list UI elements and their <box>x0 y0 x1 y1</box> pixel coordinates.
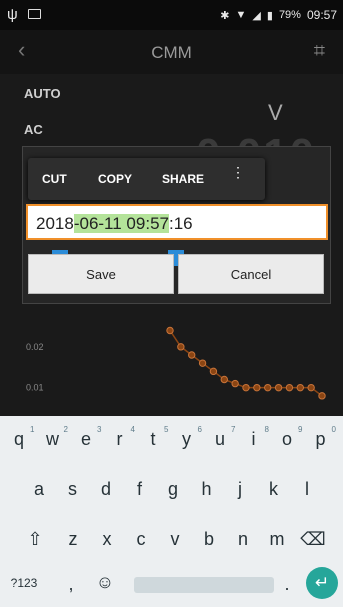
key-x[interactable]: x <box>94 529 120 550</box>
data-point <box>188 351 196 359</box>
usb-icon: ψ <box>7 6 18 23</box>
key-hint-digit: 0 <box>331 425 336 434</box>
data-point <box>209 367 218 376</box>
key-b[interactable]: b <box>196 529 222 550</box>
key-hint-digit: 2 <box>63 425 68 434</box>
key-h[interactable]: h <box>194 479 220 500</box>
app-title: CMM <box>151 43 192 62</box>
key-t[interactable]: t <box>140 429 166 450</box>
data-point <box>198 359 207 367</box>
symbols-key[interactable]: ?123 <box>6 576 42 590</box>
key-hint-digit: 8 <box>264 425 269 434</box>
data-point <box>307 383 315 392</box>
data-point <box>318 392 326 400</box>
key-p[interactable]: p <box>308 429 334 450</box>
key-hint-digit: 4 <box>130 425 135 434</box>
key-hint-digit: 5 <box>164 425 169 434</box>
y-tick-label: 0.02 <box>26 342 44 352</box>
cut-menu-item[interactable]: CUT <box>42 172 67 186</box>
input-text-after: :16 <box>168 214 193 233</box>
period-key[interactable]: . <box>274 574 300 595</box>
key-s[interactable]: s <box>60 479 86 500</box>
battery-icon: ▮ <box>266 9 273 22</box>
data-point <box>285 383 294 392</box>
key-l[interactable]: l <box>294 479 320 500</box>
input-text-selected: -06-11 09:57 <box>73 214 169 233</box>
data-point <box>274 383 283 392</box>
image-icon <box>28 9 41 19</box>
data-point <box>220 375 228 384</box>
key-z[interactable]: z <box>60 529 86 550</box>
data-point <box>231 379 239 388</box>
cancel-button[interactable]: Cancel <box>178 254 324 294</box>
key-v[interactable]: v <box>162 529 188 550</box>
key-a[interactable]: a <box>26 479 52 500</box>
key-hint-digit: 1 <box>30 425 35 434</box>
key-f[interactable]: f <box>127 479 153 500</box>
key-e[interactable]: e <box>73 429 99 450</box>
data-point <box>296 383 304 392</box>
data-point <box>177 343 185 351</box>
key-hint-digit: 6 <box>197 425 202 434</box>
data-point <box>242 383 250 392</box>
data-point <box>166 326 174 335</box>
key-u[interactable]: u <box>207 429 233 450</box>
text-selection-toolbar: CUT COPY SHARE ⋮ <box>28 158 265 200</box>
enter-key[interactable]: ↵ <box>306 567 338 599</box>
app-bar: ‹ CMM ⌗ <box>0 30 343 74</box>
key-w[interactable]: w <box>40 429 66 450</box>
wifi-icon: ▼ <box>235 9 247 21</box>
key-d[interactable]: d <box>93 479 119 500</box>
data-point <box>264 383 272 392</box>
clock: 09:57 <box>306 8 337 22</box>
key-i[interactable]: i <box>241 429 267 450</box>
crop-icon[interactable]: ⌗ <box>314 40 325 63</box>
key-g[interactable]: g <box>160 479 186 500</box>
more-options-icon[interactable]: ⋮ <box>231 165 245 179</box>
signal-icon: ◢ <box>252 9 261 22</box>
key-k[interactable]: k <box>261 479 287 500</box>
bluetooth-icon: ✱ <box>220 9 230 22</box>
key-o[interactable]: o <box>274 429 300 450</box>
share-menu-item[interactable]: SHARE <box>162 172 204 186</box>
key-hint-digit: 7 <box>231 425 236 434</box>
comma-key[interactable]: , <box>58 574 84 595</box>
data-point <box>253 383 261 392</box>
soft-keyboard: q1w2e3r4t5y6u7i8o9p0 asdfghjkl zxcvbnm ⇧… <box>0 416 343 607</box>
key-r[interactable]: r <box>107 429 133 450</box>
key-j[interactable]: j <box>227 479 253 500</box>
emoji-key[interactable]: ☺ <box>92 572 118 593</box>
key-q[interactable]: q <box>6 429 32 450</box>
shift-key[interactable]: ⇧ <box>22 529 48 550</box>
datetime-input[interactable]: 2018-06-11 09:57:16 <box>26 204 328 240</box>
space-key[interactable] <box>134 577 274 593</box>
key-n[interactable]: n <box>230 529 256 550</box>
status-bar: ψ ✱ ▼ ◢ ▮ 79% 09:57 <box>0 0 343 30</box>
battery-percent: 79% <box>278 9 301 21</box>
input-text-before: 2018 <box>36 214 74 233</box>
key-y[interactable]: y <box>174 429 200 450</box>
key-c[interactable]: c <box>128 529 154 550</box>
save-button[interactable]: Save <box>28 254 174 294</box>
y-tick-label: 0.01 <box>26 383 44 393</box>
key-hint-digit: 3 <box>97 425 102 434</box>
key-hint-digit: 9 <box>298 425 303 434</box>
copy-menu-item[interactable]: COPY <box>98 172 132 186</box>
backspace-key[interactable]: ⌫ <box>300 529 326 550</box>
key-m[interactable]: m <box>264 529 290 550</box>
